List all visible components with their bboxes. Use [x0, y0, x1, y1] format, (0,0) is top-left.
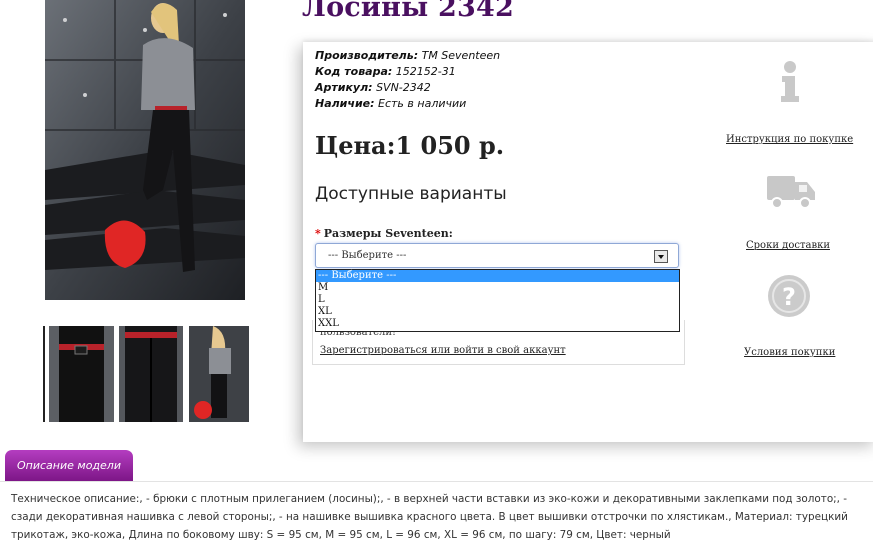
instruction-link[interactable]: Инструкция по покупке	[726, 134, 853, 145]
variants-heading: Доступные варианты	[315, 184, 507, 204]
chevron-down-icon[interactable]	[654, 250, 668, 263]
size-select-value: --- Выберите ---	[328, 250, 407, 261]
tab-divider	[0, 481, 873, 482]
stock-label: Наличие:	[315, 97, 375, 110]
size-option-xxl[interactable]: XXL	[316, 318, 679, 330]
thumbnail-2[interactable]	[119, 326, 183, 422]
tab-description[interactable]: Описание модели	[5, 450, 133, 481]
svg-text:?: ?	[782, 283, 796, 311]
truck-icon[interactable]	[765, 170, 817, 212]
main-product-photo[interactable]	[45, 0, 245, 300]
manufacturer-value: TM Seventeen	[421, 49, 501, 62]
article-label: Артикул:	[315, 81, 373, 94]
manufacturer-label: Производитель:	[315, 49, 419, 62]
thumbnail-1[interactable]	[49, 326, 114, 422]
product-description: Техническое описание:, - брюки с плотным…	[11, 493, 848, 541]
size-label: * Размеры Seventeen:	[315, 227, 453, 240]
login-register-link[interactable]: Зарегистрироваться или войти в свой акка…	[320, 345, 566, 356]
product-meta: Производитель: TM Seventeen Код товара: …	[315, 48, 500, 112]
size-option-m[interactable]: M	[316, 282, 679, 294]
product-price: Цена:1 050 р.	[315, 131, 505, 160]
code-value: 152152-31	[395, 65, 456, 78]
size-select[interactable]: --- Выберите ---	[315, 243, 679, 268]
stock-value: Есть в наличии	[378, 97, 467, 110]
thumbnail-active-indicator	[43, 326, 45, 422]
question-icon[interactable]: ?	[766, 273, 812, 319]
terms-link[interactable]: Условия покупки	[744, 347, 835, 358]
thumbnail-3[interactable]	[189, 326, 249, 422]
code-label: Код товара:	[315, 65, 393, 78]
info-icon[interactable]	[775, 60, 805, 104]
article-value: SVN-2342	[376, 81, 431, 94]
size-option-placeholder[interactable]: --- Выберите ---	[316, 270, 679, 282]
size-option-l[interactable]: L	[316, 294, 679, 306]
product-title: Лосины 2342	[302, 0, 514, 23]
delivery-link[interactable]: Сроки доставки	[746, 240, 830, 251]
size-label-text: Размеры Seventeen:	[323, 227, 453, 240]
size-option-xl[interactable]: XL	[316, 306, 679, 318]
size-dropdown-list[interactable]: --- Выберите --- M L XL XXL	[315, 269, 680, 332]
required-mark: *	[315, 227, 321, 240]
